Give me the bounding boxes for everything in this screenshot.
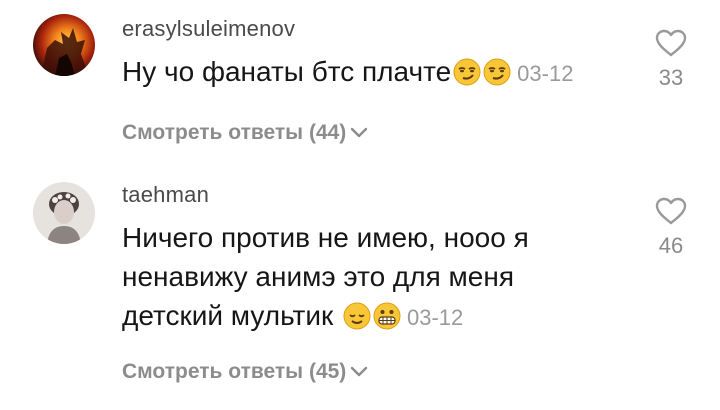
like-count: 46: [658, 233, 684, 258]
view-replies-button[interactable]: Смотреть ответы (44): [122, 121, 368, 145]
grimacing-face-emoji: [373, 301, 401, 340]
avatar[interactable]: [33, 14, 95, 76]
smirking-face-emoji: [483, 57, 511, 96]
comment-body: Ну чо фанаты бтс плачте: [122, 56, 452, 87]
relieved-face-emoji: [343, 301, 371, 340]
comment-username[interactable]: taehman: [122, 182, 209, 208]
like-button[interactable]: 46: [641, 196, 701, 259]
comment-date: 03-12: [406, 305, 464, 330]
comment-text: Ничего против не имею, нооо я ненавижу а…: [122, 218, 602, 340]
avatar-image: [33, 182, 95, 244]
like-button[interactable]: 33: [641, 28, 701, 91]
view-replies-label: Смотреть ответы (44): [122, 121, 347, 144]
chevron-down-icon: [351, 127, 368, 138]
view-replies-label: Смотреть ответы (45): [122, 360, 347, 383]
smirking-face-emoji: [453, 57, 481, 96]
like-count: 33: [658, 65, 684, 90]
avatar[interactable]: [33, 182, 95, 244]
comment-body: Ничего против не имею, нооо я ненавижу а…: [122, 222, 529, 331]
heart-icon: [655, 197, 687, 225]
comment-text: Ну чо фанаты бтс плачте 03-12: [122, 52, 602, 96]
view-replies-button[interactable]: Смотреть ответы (45): [122, 360, 368, 384]
heart-icon: [655, 29, 687, 57]
comment-date: 03-12: [517, 61, 574, 86]
comment-username[interactable]: erasylsuleimenov: [122, 16, 295, 42]
chevron-down-icon: [351, 366, 368, 377]
avatar-image: [33, 14, 95, 76]
comment-item: taehman Ничего против не имею, нооо я не…: [0, 160, 720, 410]
comment-item: erasylsuleimenov Ну чо фанаты бтс плачте…: [0, 0, 720, 160]
